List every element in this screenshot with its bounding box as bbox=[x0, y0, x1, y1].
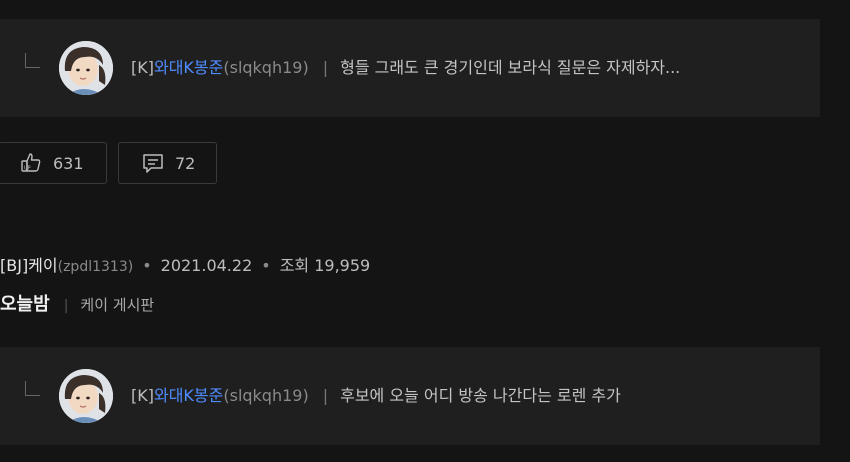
avatar[interactable] bbox=[59, 41, 113, 95]
page: [K]와대K봉준(slqkqh19) | 형들 그래도 큰 경기인데 보라식 질문은… bbox=[0, 0, 850, 462]
user-tag: [K] bbox=[131, 386, 154, 405]
reply-user-id: (slqkqh19) bbox=[223, 386, 309, 405]
reply-text: 형들 그래도 큰 경기인데 보라식 질문은 자제하자... bbox=[340, 58, 681, 77]
post-meta: [BJ]케이(zpdl1313) • 2021.04.22 • 조회 19,959 bbox=[0, 255, 370, 278]
reply-nickname[interactable]: 와대K봉준 bbox=[154, 58, 223, 77]
svg-text:UP: UP bbox=[24, 166, 31, 172]
reply-item: [K]와대K봉준(slqkqh19) | 형들 그래도 큰 경기인데 보라식 질문은… bbox=[0, 19, 820, 117]
user-tag: [K] bbox=[131, 58, 154, 77]
separator: | bbox=[322, 58, 329, 77]
bullet: • bbox=[142, 256, 152, 275]
reply-arrow-icon bbox=[25, 53, 40, 68]
reply-user-id: (slqkqh19) bbox=[223, 58, 309, 77]
comment-count: 72 bbox=[175, 153, 196, 173]
post-title[interactable]: 오늘밤 bbox=[0, 294, 50, 315]
reply-content: [K]와대K봉준(slqkqh19) | 후보에 오늘 어디 방송 나간다는 로렌 … bbox=[131, 385, 621, 407]
reply-text: 후보에 오늘 어디 방송 나간다는 로렌 추가 bbox=[340, 386, 621, 405]
speech-bubble-icon bbox=[141, 151, 165, 175]
post-author[interactable]: [BJ]케이 bbox=[0, 256, 58, 275]
post-author-id: (zpdl1313) bbox=[57, 259, 134, 275]
comment-button[interactable]: 72 bbox=[118, 142, 217, 184]
separator: | bbox=[63, 298, 69, 314]
like-button[interactable]: UP 631 bbox=[0, 142, 107, 184]
reply-arrow-icon bbox=[25, 381, 40, 396]
like-count: 631 bbox=[53, 153, 84, 173]
reply-item: [K]와대K봉준(slqkqh19) | 후보에 오늘 어디 방송 나간다는 로렌 … bbox=[0, 347, 820, 445]
thumbs-up-icon: UP bbox=[19, 151, 43, 175]
separator: | bbox=[322, 386, 329, 405]
reply-content: [K]와대K봉준(slqkqh19) | 형들 그래도 큰 경기인데 보라식 질문은… bbox=[131, 57, 680, 79]
post-views: 조회 19,959 bbox=[279, 256, 371, 275]
avatar[interactable] bbox=[59, 369, 113, 423]
bullet: • bbox=[261, 256, 271, 275]
reply-nickname[interactable]: 와대K봉준 bbox=[154, 386, 223, 405]
post-title-row: 오늘밤 | 케이 게시판 bbox=[0, 293, 154, 318]
post-date: 2021.04.22 bbox=[160, 256, 253, 275]
board-link[interactable]: 케이 게시판 bbox=[80, 296, 154, 314]
